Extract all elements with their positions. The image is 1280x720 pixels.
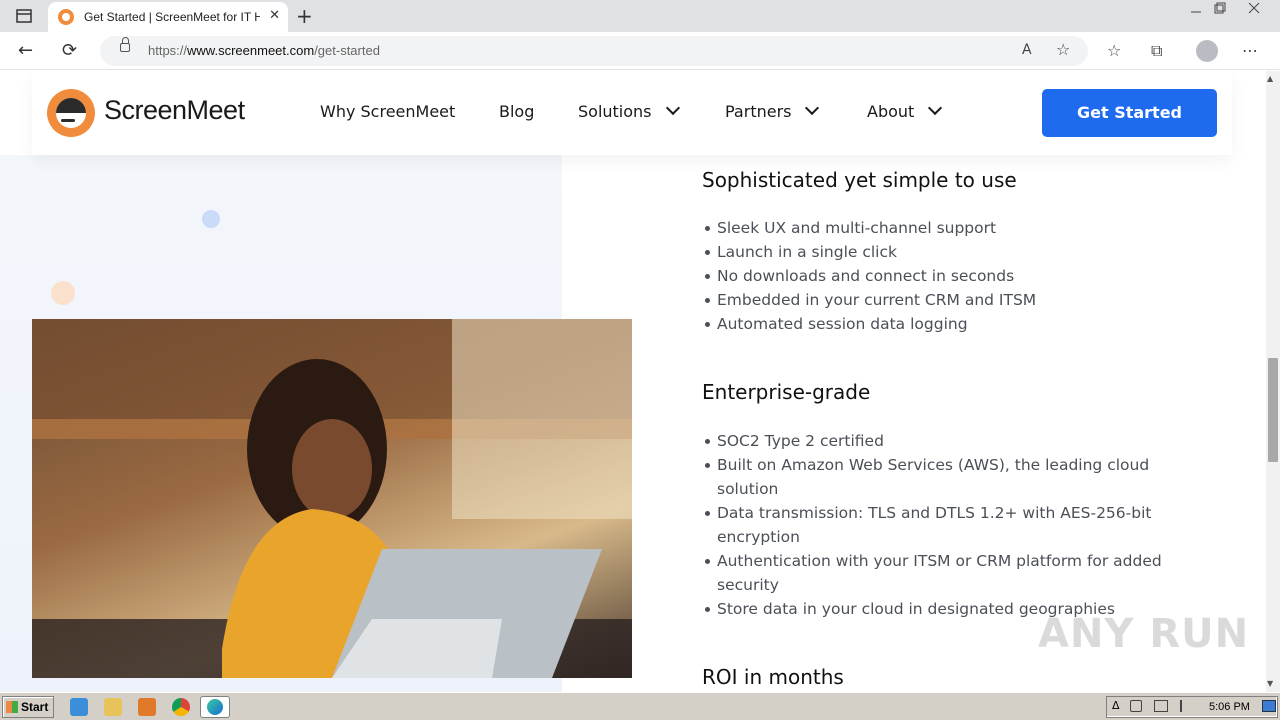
windows-logo-icon <box>6 701 18 713</box>
profile-avatar[interactable] <box>1196 40 1218 62</box>
favorites-icon[interactable]: ☆ <box>1107 41 1121 60</box>
url-host: www.screenmeet.com <box>187 43 315 58</box>
nav-why-screenmeet[interactable]: Why ScreenMeet <box>320 102 455 121</box>
nav-solutions[interactable]: Solutions <box>578 100 680 121</box>
url-text[interactable]: https://www.screenmeet.com/get-started <box>148 43 380 58</box>
section-title-simple: Sophisticated yet simple to use <box>702 168 1017 192</box>
list-item: No downloads and connect in seconds <box>705 264 1187 288</box>
url-prefix: https:// <box>148 43 188 58</box>
url-path: /get-started <box>314 43 380 58</box>
chevron-down-icon <box>928 100 943 116</box>
nav-label: Partners <box>725 102 792 121</box>
file-explorer-icon[interactable] <box>104 698 122 716</box>
list-item: SOC2 Type 2 certified <box>705 429 1187 453</box>
nav-label: Blog <box>499 102 535 121</box>
list-item: Sleek UX and multi-channel support <box>705 216 1187 240</box>
nav-partners[interactable]: Partners <box>725 100 820 121</box>
anyrun-watermark: ANY RUN <box>1038 611 1250 657</box>
section-title-enterprise: Enterprise-grade <box>702 380 871 404</box>
new-tab-icon[interactable]: + <box>296 4 313 28</box>
tray-expand-icon[interactable]: ᐃ <box>1112 699 1120 712</box>
show-desktop-icon[interactable] <box>1262 700 1276 712</box>
tab-title: Get Started | ScreenMeet for IT H <box>84 10 260 24</box>
get-started-button[interactable]: Get Started <box>1042 89 1217 137</box>
edge-icon <box>207 699 223 715</box>
list-item: Built on Amazon Web Services (AWS), the … <box>705 453 1187 501</box>
window-restore-icon[interactable] <box>1212 0 1228 21</box>
nav-about[interactable]: About <box>867 100 943 121</box>
collections-icon[interactable]: ⧉ <box>1151 41 1162 61</box>
scroll-up-icon[interactable]: ▲ <box>1267 74 1273 83</box>
window-minimize-icon[interactable] <box>1188 0 1204 21</box>
chrome-icon[interactable] <box>172 698 190 716</box>
screenmeet-logo-icon[interactable] <box>47 89 95 137</box>
media-player-icon[interactable] <box>138 698 156 716</box>
decorative-dot <box>51 281 75 305</box>
logo-hair <box>56 98 86 113</box>
simple-feature-list: Sleek UX and multi-channel support Launc… <box>705 216 1187 336</box>
nav-label: Why ScreenMeet <box>320 102 456 121</box>
nav-blog[interactable]: Blog <box>499 102 534 121</box>
list-item: Authentication with your ITSM or CRM pla… <box>705 549 1187 597</box>
windows-taskbar: Start ᐃ 5:06 PM <box>0 692 1280 720</box>
settings-menu-icon[interactable]: ⋯ <box>1242 41 1258 60</box>
nav-label: Solutions <box>578 102 652 121</box>
web-page: ScreenMeet Why ScreenMeet Blog Solutions… <box>0 71 1266 692</box>
action-center-flag-icon[interactable] <box>1180 700 1190 712</box>
section-title-roi: ROI in months <box>702 665 844 689</box>
start-label: Start <box>21 700 49 714</box>
decorative-dot <box>202 210 220 228</box>
browser-tab-bar: Get Started | ScreenMeet for IT H ✕ + <box>0 0 1280 32</box>
logo-headset <box>61 119 75 122</box>
start-button[interactable]: Start <box>2 696 54 718</box>
read-aloud-icon[interactable]: A <box>1022 42 1032 58</box>
back-icon[interactable]: ← <box>18 40 33 61</box>
list-item: Automated session data logging <box>705 312 1187 336</box>
nav-label: About <box>867 102 915 121</box>
scroll-down-icon[interactable]: ▼ <box>1267 679 1273 688</box>
hero-photo <box>32 319 632 678</box>
volume-icon[interactable] <box>1130 700 1142 712</box>
network-icon[interactable] <box>1154 700 1168 712</box>
lock-icon[interactable] <box>120 37 130 52</box>
browser-toolbar: ← ⟳ https://www.screenmeet.com/get-start… <box>0 32 1280 70</box>
add-favorite-icon[interactable]: ☆ <box>1056 40 1070 59</box>
enterprise-feature-list: SOC2 Type 2 certified Built on Amazon We… <box>705 429 1187 621</box>
address-bar[interactable]: https://www.screenmeet.com/get-started A… <box>100 36 1088 66</box>
list-item: Embedded in your current CRM and ITSM <box>705 288 1187 312</box>
internet-explorer-icon[interactable] <box>70 698 88 716</box>
tab-actions-icon[interactable] <box>14 6 34 26</box>
edge-taskbar-button[interactable] <box>200 696 230 718</box>
site-header: ScreenMeet Why ScreenMeet Blog Solutions… <box>32 71 1232 155</box>
logo-text[interactable]: ScreenMeet <box>104 95 245 126</box>
browser-tab[interactable]: Get Started | ScreenMeet for IT H ✕ <box>48 2 288 32</box>
window-close-icon[interactable] <box>1246 0 1262 21</box>
list-item: Data transmission: TLS and DTLS 1.2+ wit… <box>705 501 1187 549</box>
taskbar-clock[interactable]: 5:06 PM <box>1209 701 1250 713</box>
scrollbar-thumb[interactable] <box>1268 358 1278 462</box>
list-item: Launch in a single click <box>705 240 1187 264</box>
site-favicon-icon <box>58 9 74 25</box>
reload-icon[interactable]: ⟳ <box>62 40 77 61</box>
chevron-down-icon <box>805 100 820 116</box>
chevron-down-icon <box>665 100 680 116</box>
tab-close-icon[interactable]: ✕ <box>269 8 280 23</box>
